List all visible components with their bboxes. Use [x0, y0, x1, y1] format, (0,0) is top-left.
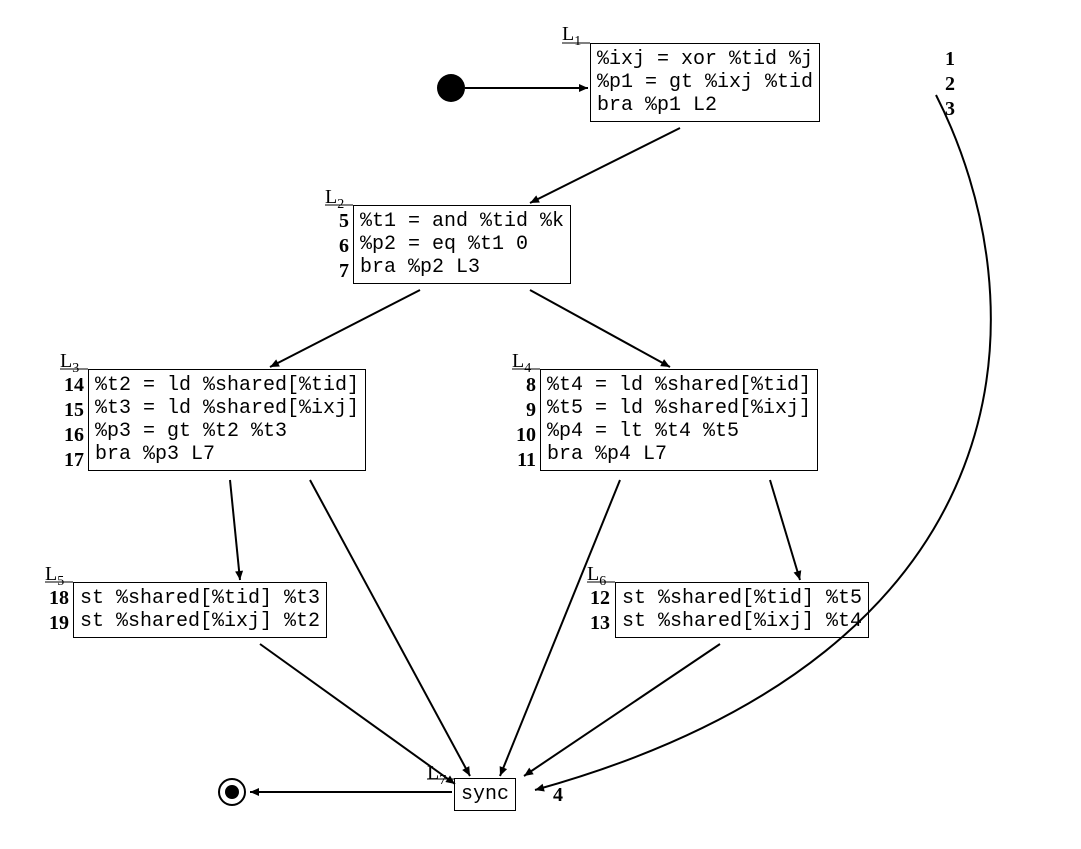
code-line: bra %p3 L7: [95, 443, 359, 466]
block-L3: %t2 = ld %shared[%tid] %t3 = ld %shared[…: [88, 369, 366, 471]
code-line: %p2 = eq %t1 0: [360, 233, 564, 256]
line-number: 17: [50, 449, 84, 472]
line-number: 16: [50, 424, 84, 447]
label-L1-letter: L: [562, 23, 574, 45]
line-number: 4: [553, 784, 563, 807]
code-line: st %shared[%ixj] %t2: [80, 610, 320, 633]
code-line: %t5 = ld %shared[%ixj]: [547, 397, 811, 420]
line-number: 15: [50, 399, 84, 422]
code-line: %t2 = ld %shared[%tid]: [95, 374, 359, 397]
line-number: 3: [945, 98, 955, 121]
block-L5: st %shared[%tid] %t3 st %shared[%ixj] %t…: [73, 582, 327, 638]
code-line: %t3 = ld %shared[%ixj]: [95, 397, 359, 420]
block-label-L3: L3: [60, 350, 79, 377]
label-L4-letter: L: [512, 350, 524, 372]
label-L1-sub: 1: [574, 34, 581, 49]
line-number: 11: [502, 449, 536, 472]
block-label-L1: L1: [562, 23, 581, 50]
line-number: 12: [576, 587, 610, 610]
block-label-L2: L2: [325, 186, 344, 213]
label-L3-letter: L: [60, 350, 72, 372]
code-line: bra %p4 L7: [547, 443, 811, 466]
line-number: 13: [576, 612, 610, 635]
block-label-L7: L7: [427, 762, 446, 789]
code-line: %t1 = and %tid %k: [360, 210, 564, 233]
line-number: 14: [50, 374, 84, 397]
line-number: 9: [502, 399, 536, 422]
label-L7-letter: L: [427, 762, 439, 784]
start-node: [437, 74, 465, 102]
line-number: 7: [325, 260, 349, 283]
code-line: %p3 = gt %t2 %t3: [95, 420, 359, 443]
block-label-L4: L4: [512, 350, 531, 377]
line-number: 2: [945, 73, 955, 96]
label-L6-letter: L: [587, 563, 599, 585]
line-number: 10: [502, 424, 536, 447]
line-number: 1: [945, 48, 955, 71]
block-L6: st %shared[%tid] %t5 st %shared[%ixj] %t…: [615, 582, 869, 638]
code-line: %t4 = ld %shared[%tid]: [547, 374, 811, 397]
label-L2-letter: L: [325, 186, 337, 208]
end-node: [218, 778, 246, 806]
code-line: %p1 = gt %ixj %tid: [597, 71, 813, 94]
line-number: 8: [502, 374, 536, 397]
line-number: 5: [325, 210, 349, 233]
code-line: %ixj = xor %tid %j: [597, 48, 813, 71]
block-label-L6: L6: [587, 563, 606, 590]
line-number: 18: [35, 587, 69, 610]
line-number: 19: [35, 612, 69, 635]
code-line: st %shared[%tid] %t3: [80, 587, 320, 610]
code-line: bra %p2 L3: [360, 256, 564, 279]
code-line: st %shared[%ixj] %t4: [622, 610, 862, 633]
label-L7-sub: 7: [439, 773, 446, 788]
code-line: %p4 = lt %t4 %t5: [547, 420, 811, 443]
block-label-L5: L5: [45, 563, 64, 590]
line-number: 6: [325, 235, 349, 258]
block-L1: %ixj = xor %tid %j %p1 = gt %ixj %tid br…: [590, 43, 820, 122]
code-line: bra %p1 L2: [597, 94, 813, 117]
code-line: sync: [461, 783, 509, 806]
code-line: st %shared[%tid] %t5: [622, 587, 862, 610]
block-L2: %t1 = and %tid %k %p2 = eq %t1 0 bra %p2…: [353, 205, 571, 284]
block-L7: sync: [454, 778, 516, 811]
block-L4: %t4 = ld %shared[%tid] %t5 = ld %shared[…: [540, 369, 818, 471]
label-L5-letter: L: [45, 563, 57, 585]
